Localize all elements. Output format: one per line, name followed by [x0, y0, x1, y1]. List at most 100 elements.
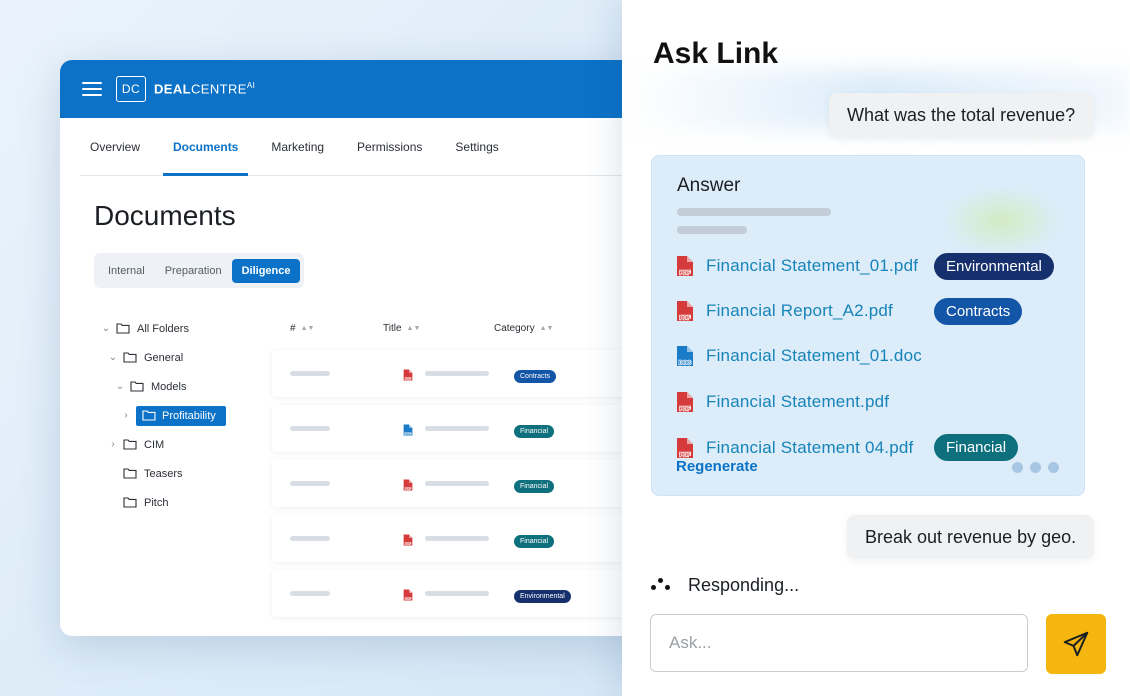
tree-item-profitability[interactable]: › Profitability: [100, 401, 226, 430]
svg-text:PDF: PDF: [680, 407, 692, 413]
answer-file-item[interactable]: DOC Financial Statement_01.doc: [676, 345, 922, 367]
responding-label: Responding...: [688, 575, 800, 595]
sort-icon[interactable]: ▲▼: [540, 325, 554, 332]
tab-overview[interactable]: Overview: [80, 118, 150, 175]
page-title: Documents: [94, 200, 236, 231]
tab-permissions[interactable]: Permissions: [347, 118, 432, 175]
pdf-file-icon: PDF: [403, 368, 413, 381]
category-badge: Financial: [514, 534, 555, 548]
cell-title: PDF: [403, 368, 514, 381]
svg-text:PDF: PDF: [405, 486, 411, 490]
ask-link-chat-panel: Ask Link What was the total revenue? Ans…: [622, 0, 1130, 696]
menu-icon[interactable]: [82, 82, 102, 96]
svg-text:DOC: DOC: [405, 431, 413, 435]
doc-file-icon: DOC: [676, 345, 694, 367]
user-message: What was the total revenue?: [829, 93, 1094, 137]
cell-category: Financial: [514, 475, 555, 493]
svg-text:PDF: PDF: [405, 541, 411, 545]
tree-item-cim[interactable]: › CIM: [100, 430, 226, 459]
svg-text:DOC: DOC: [679, 361, 691, 367]
ask-input[interactable]: [650, 614, 1028, 672]
segment-preparation[interactable]: Preparation: [155, 259, 232, 283]
file-link[interactable]: Financial Statement.pdf: [706, 392, 889, 412]
pdf-file-icon: PDF: [676, 255, 694, 277]
tab-marketing[interactable]: Marketing: [261, 118, 334, 175]
tree-item-all-folders[interactable]: ⌄ All Folders: [100, 314, 226, 343]
documents-table: # ▲▼ Title ▲▼ Category ▲▼ PDF Contracts: [272, 318, 660, 617]
text-placeholder-line: [677, 226, 747, 234]
folder-icon: [142, 410, 156, 421]
table-row[interactable]: PDF Financial: [272, 460, 660, 507]
table-header: # ▲▼ Title ▲▼ Category ▲▼: [272, 318, 660, 338]
dealcentre-app-window: DC DEALCENTREAI Overview Documents Marke…: [60, 60, 660, 636]
cell-category: Financial: [514, 420, 555, 438]
column-label: #: [290, 322, 296, 334]
table-row[interactable]: DOC Financial: [272, 405, 660, 452]
text-placeholder-line: [425, 371, 489, 376]
chevron-down-icon[interactable]: ⌄: [107, 352, 119, 363]
send-button[interactable]: [1046, 614, 1106, 674]
regenerate-button[interactable]: Regenerate: [676, 458, 758, 475]
chevron-right-icon[interactable]: ›: [107, 439, 119, 450]
tree-item-label: Pitch: [144, 496, 169, 509]
table-row[interactable]: PDF Contracts: [272, 350, 660, 397]
spinner-icon: [651, 577, 673, 594]
tree-item-teasers[interactable]: Teasers: [100, 459, 226, 488]
text-placeholder-line: [425, 591, 489, 596]
answer-file-item[interactable]: PDF Financial Report_A2.pdf: [676, 300, 893, 322]
text-placeholder-line: [290, 426, 330, 431]
text-placeholder-line: [290, 536, 330, 541]
answer-card: Answer PDF Financial Statement_01.pdf Env…: [651, 155, 1085, 496]
decorative-glow: [942, 186, 1062, 256]
tab-settings[interactable]: Settings: [445, 118, 508, 175]
svg-text:PDF: PDF: [405, 596, 411, 600]
answer-file-item[interactable]: PDF Financial Statement.pdf: [676, 391, 889, 413]
file-tag-badge: Contracts: [934, 298, 1023, 325]
tree-item-label: General: [144, 351, 184, 364]
chat-title: Ask Link: [653, 37, 779, 70]
segment-diligence[interactable]: Diligence: [231, 258, 301, 283]
file-link[interactable]: Financial Statement_01.doc: [706, 346, 922, 366]
text-placeholder-line: [290, 481, 330, 486]
cell-number: [272, 371, 403, 376]
cell-number: [272, 426, 403, 431]
document-segment-control: Internal Preparation Diligence: [94, 253, 305, 288]
table-body: PDF Contracts DOC Financial PDF Financia: [272, 350, 660, 617]
segment-internal[interactable]: Internal: [98, 259, 155, 283]
column-header-category[interactable]: Category ▲▼: [494, 323, 553, 334]
text-placeholder-line: [290, 591, 330, 596]
sort-icon[interactable]: ▲▼: [301, 325, 315, 332]
text-placeholder-line: [425, 536, 489, 541]
cell-number: [272, 481, 403, 486]
chevron-right-icon[interactable]: ›: [120, 410, 132, 421]
answer-file-item[interactable]: PDF Financial Statement 04.pdf: [676, 437, 913, 459]
svg-text:PDF: PDF: [680, 316, 692, 322]
answer-file-item[interactable]: PDF Financial Statement_01.pdf: [676, 255, 918, 277]
send-icon: [1063, 631, 1089, 657]
chevron-down-icon[interactable]: ⌄: [100, 323, 112, 334]
tree-item-selected-highlight[interactable]: Profitability: [136, 405, 226, 426]
tab-documents[interactable]: Documents: [163, 118, 249, 176]
file-link[interactable]: Financial Statement 04.pdf: [706, 438, 913, 458]
file-link[interactable]: Financial Statement_01.pdf: [706, 256, 918, 276]
logo-text-rest: CENTRE: [191, 81, 247, 97]
tree-item-label: All Folders: [137, 322, 189, 335]
app-top-bar: DC DEALCENTREAI: [60, 60, 660, 118]
folder-tree: ⌄ All Folders ⌄ General ⌄ Models › Profi…: [100, 314, 226, 517]
column-label: Category: [494, 322, 535, 334]
file-link[interactable]: Financial Report_A2.pdf: [706, 301, 893, 321]
table-row[interactable]: PDF Environmental: [272, 570, 660, 617]
tree-item-models[interactable]: ⌄ Models: [100, 372, 226, 401]
table-row[interactable]: PDF Financial: [272, 515, 660, 562]
category-badge: Environmental: [514, 589, 571, 603]
column-header-title[interactable]: Title ▲▼: [383, 323, 494, 334]
sort-icon[interactable]: ▲▼: [407, 325, 421, 332]
pdf-file-icon: PDF: [403, 588, 413, 601]
tree-item-general[interactable]: ⌄ General: [100, 343, 226, 372]
chevron-down-icon[interactable]: ⌄: [114, 381, 126, 392]
tree-item-pitch[interactable]: Pitch: [100, 488, 226, 517]
answer-title: Answer: [677, 175, 741, 196]
column-header-number[interactable]: # ▲▼: [272, 323, 383, 334]
user-message: Break out revenue by geo.: [847, 515, 1095, 559]
folder-open-icon: [123, 352, 137, 363]
